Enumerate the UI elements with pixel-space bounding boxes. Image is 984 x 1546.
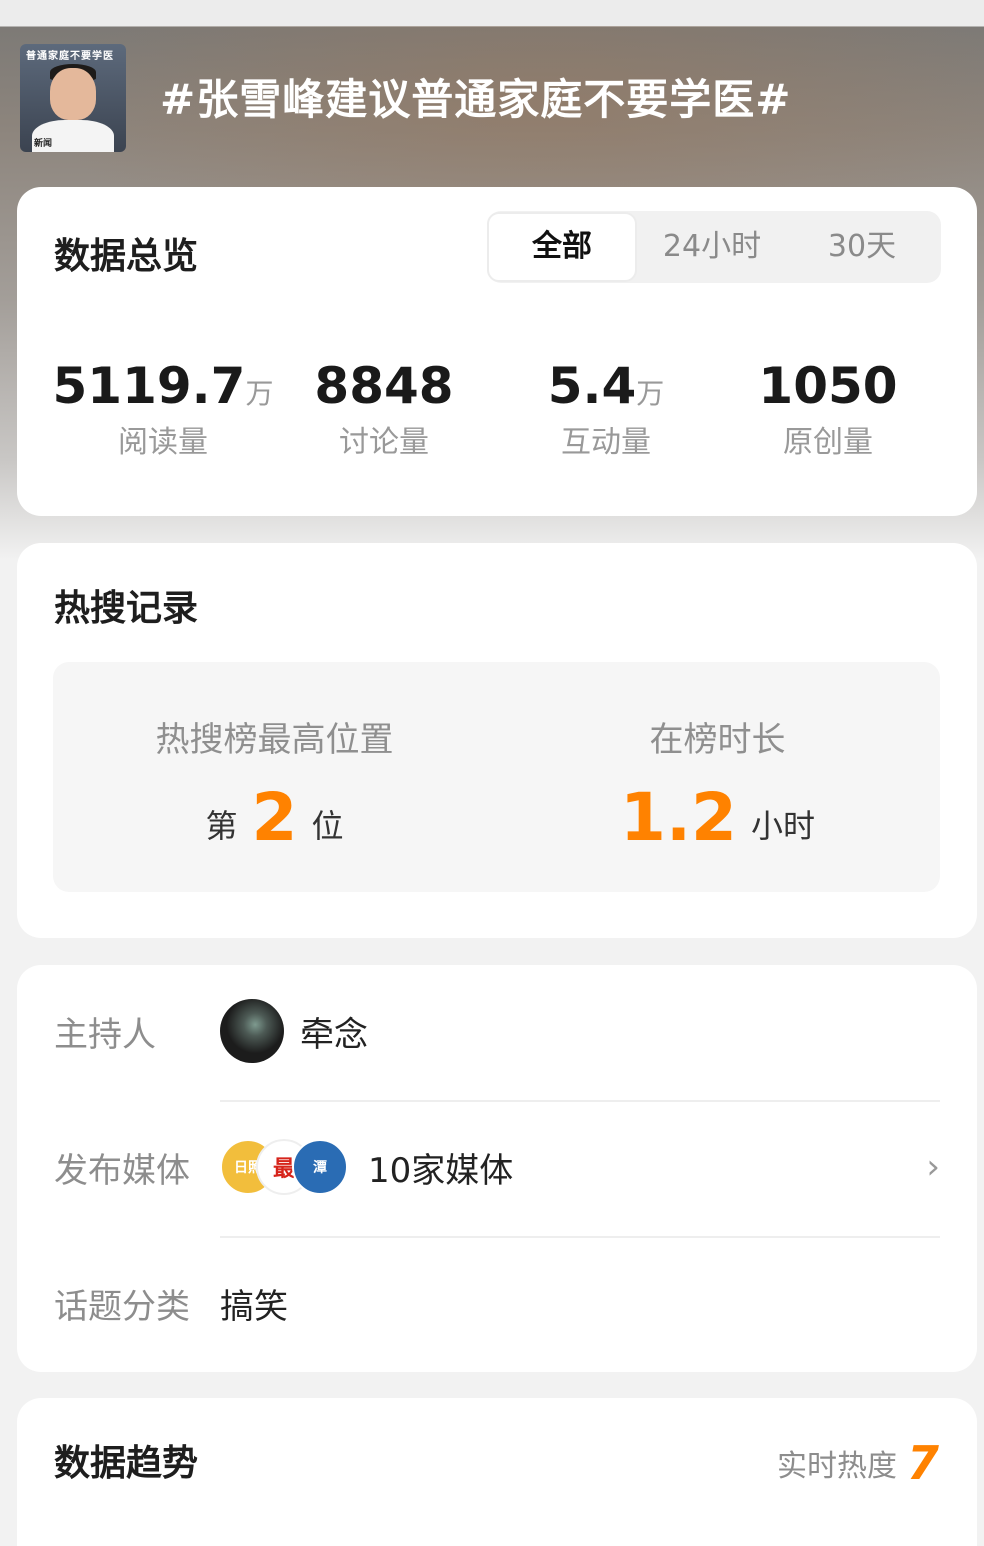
tab-24h[interactable]: 24小时 [637, 211, 787, 283]
stat-reads-value: 5119.7 [52, 357, 246, 415]
stat-discussions: 8848 讨论量 [273, 357, 495, 461]
peak-position: 热搜榜最高位置 第 2 位 [53, 712, 496, 853]
chevron-right-icon[interactable]: › [926, 1147, 940, 1187]
duration-unit: 小时 [750, 807, 815, 845]
hot-search-panel: 热搜榜最高位置 第 2 位 在榜时长 1.2 小时 [53, 662, 940, 892]
host-label: 主持人 [54, 1014, 156, 1055]
topic-title: #张雪峰建议普通家庭不要学医# [160, 75, 792, 124]
category-value[interactable]: 搞笑 [220, 1279, 288, 1328]
realtime-heat-value: 7 [906, 1436, 939, 1490]
thumbnail-face [50, 68, 96, 120]
topic-thumbnail[interactable]: 普通家庭不要学医 新闻 [20, 44, 126, 152]
duration-label: 在榜时长 [649, 720, 786, 760]
peak-position-value: 2 [251, 779, 298, 856]
stat-interactions: 5.4万 互动量 [495, 357, 717, 461]
peak-prefix: 第 [205, 807, 238, 845]
media-row[interactable]: 发布媒体 日照 最 潭 10家媒体 › [54, 1135, 940, 1199]
realtime-heat-label: 实时热度 [776, 1449, 897, 1484]
stat-interactions-value: 5.4 [547, 357, 637, 415]
media-label: 发布媒体 [54, 1150, 190, 1191]
stat-originals-label: 原创量 [783, 425, 873, 460]
time-range-tabs: 全部 24小时 30天 [487, 211, 941, 283]
stat-reads: 5119.7万 阅读量 [52, 357, 274, 461]
category-label: 话题分类 [54, 1286, 190, 1327]
peak-suffix: 位 [311, 807, 344, 845]
thumbnail-subcaption: 新闻 [34, 139, 53, 149]
thumbnail-caption: 普通家庭不要学医 [26, 51, 114, 62]
media-logo: 潭 [292, 1139, 348, 1195]
stat-discussions-value: 8848 [314, 357, 454, 415]
stat-reads-unit: 万 [245, 377, 274, 410]
duration-value: 1.2 [620, 779, 737, 856]
media-count: 10家媒体 [368, 1150, 514, 1191]
peak-position-label: 热搜榜最高位置 [155, 720, 394, 760]
host-name[interactable]: 牵念 [300, 1007, 368, 1056]
stat-reads-label: 阅读量 [118, 425, 208, 460]
tab-30d[interactable]: 30天 [787, 211, 937, 283]
media-logos: 日照 最 潭 [220, 1139, 348, 1195]
overview-title: 数据总览 [54, 236, 199, 277]
divider [220, 1100, 940, 1102]
realtime-heat: 实时热度 7 [777, 1436, 939, 1490]
tab-all[interactable]: 全部 [487, 212, 637, 282]
data-trend-card: 数据趋势 实时热度 7 [17, 1398, 977, 1546]
stat-interactions-label: 互动量 [561, 425, 651, 460]
stat-originals: 1050 原创量 [717, 357, 939, 461]
topic-info-card: 主持人 牵念 发布媒体 日照 最 潭 10家媒体 › 话题分类 搞笑 [17, 965, 977, 1372]
stat-interactions-unit: 万 [636, 377, 665, 410]
divider [220, 1236, 940, 1238]
on-list-duration: 在榜时长 1.2 小时 [496, 712, 939, 853]
stat-discussions-label: 讨论量 [339, 425, 429, 460]
overview-card: 数据总览 全部 24小时 30天 5119.7万 阅读量 8848 讨论量 5.… [17, 187, 977, 516]
hot-search-card: 热搜记录 热搜榜最高位置 第 2 位 在榜时长 1.2 小时 [17, 543, 977, 938]
category-row: 话题分类 搞笑 [54, 1271, 940, 1335]
hot-search-title: 热搜记录 [54, 588, 199, 629]
trend-title: 数据趋势 [54, 1443, 199, 1484]
host-avatar[interactable] [220, 999, 284, 1063]
host-row[interactable]: 主持人 牵念 [54, 999, 940, 1063]
stat-originals-value: 1050 [758, 357, 898, 415]
